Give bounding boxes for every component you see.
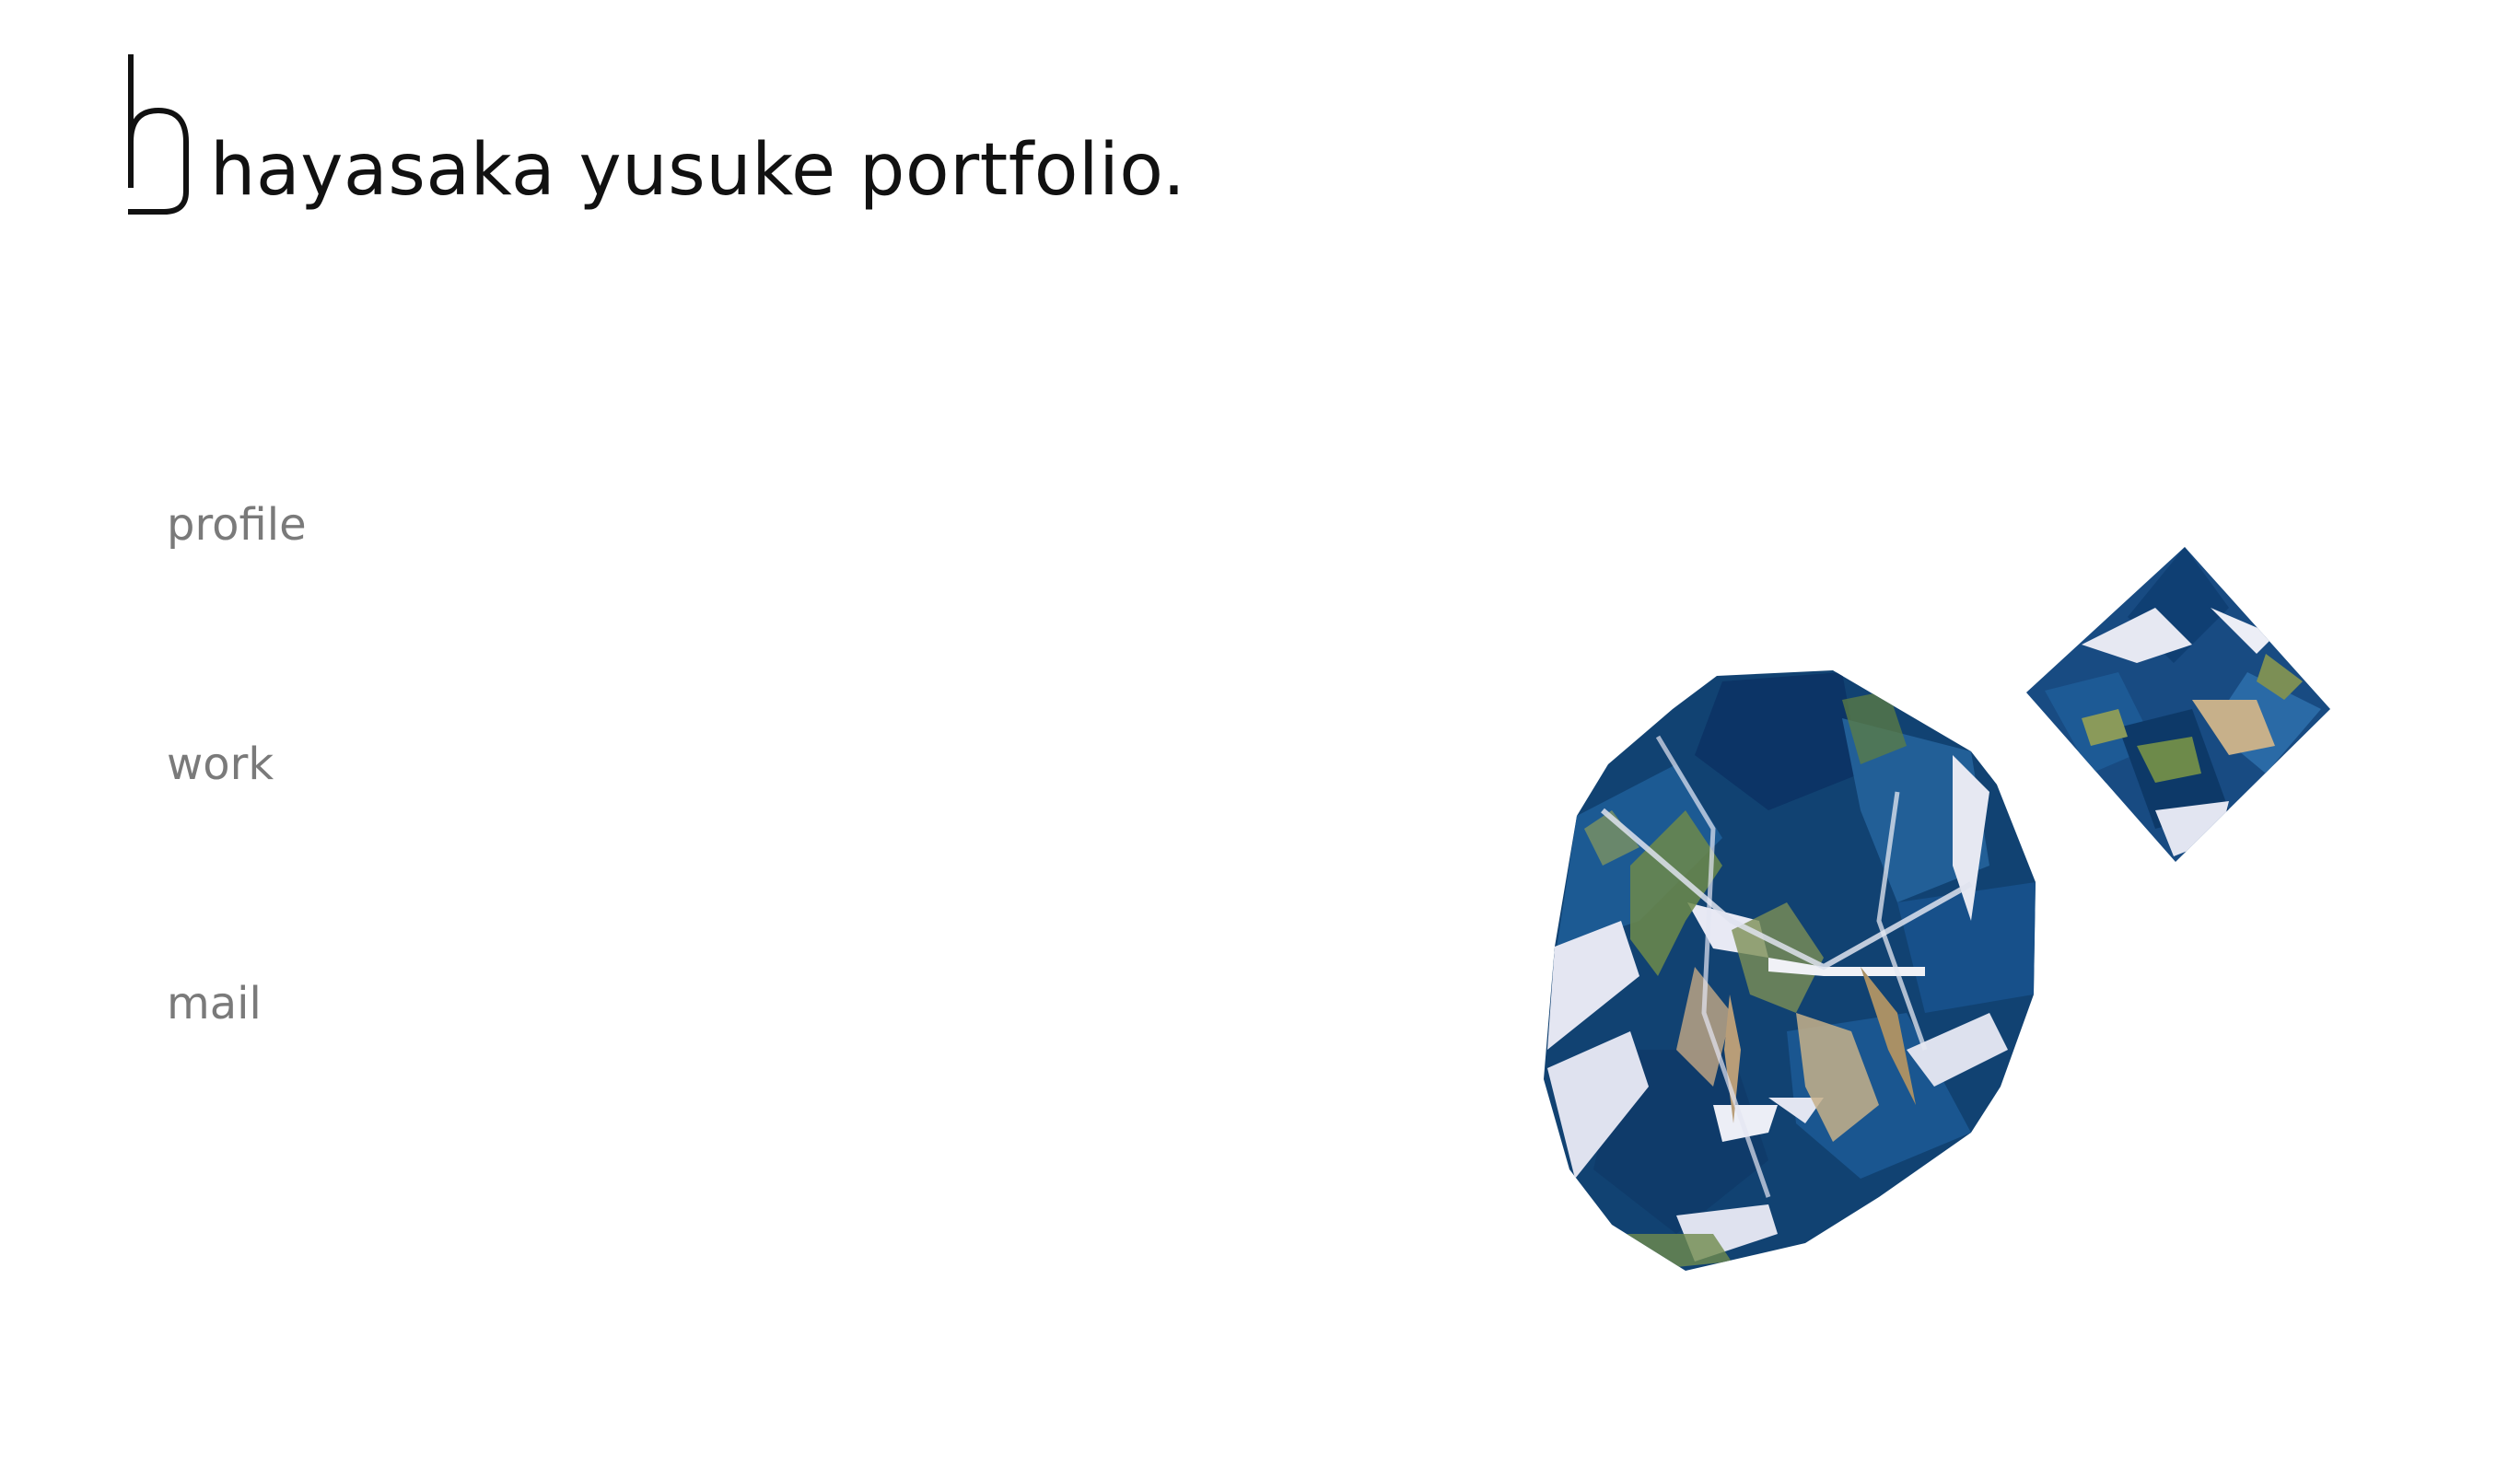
site-title: hayasaka yusuke portfolio.	[210, 129, 1186, 212]
hy-monogram-icon[interactable]	[125, 53, 192, 215]
nav-item-profile[interactable]: profile	[167, 495, 307, 554]
small-earth-cube	[2026, 547, 2330, 862]
main-nav: profile work mail	[167, 495, 307, 1033]
globe-scene	[1544, 547, 2330, 1271]
nav-item-work[interactable]: work	[167, 735, 307, 794]
nav-item-mail[interactable]: mail	[167, 974, 307, 1033]
